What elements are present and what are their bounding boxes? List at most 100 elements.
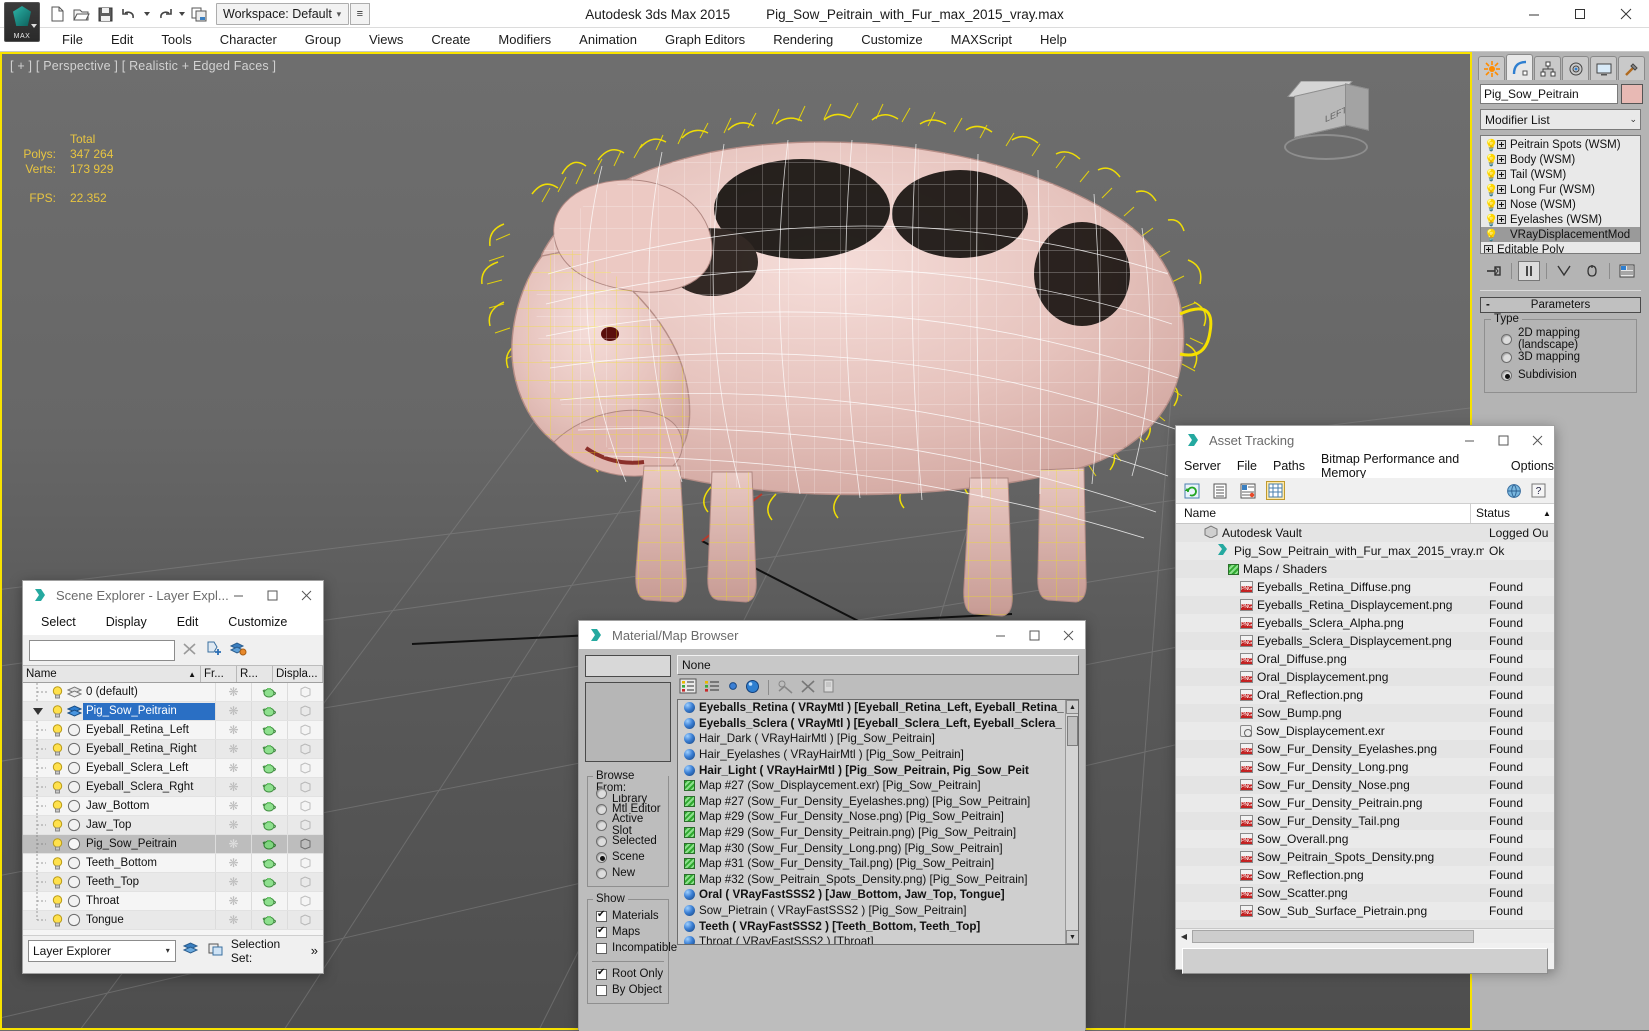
- scene-explorer-window[interactable]: Scene Explorer - Layer Expl... Select Di…: [22, 580, 324, 974]
- expand-plus-icon[interactable]: [1497, 140, 1506, 149]
- minimize-button[interactable]: [983, 621, 1017, 649]
- scroll-left-arrow-icon[interactable]: ◀: [1176, 932, 1192, 941]
- scene-explorer-search-input[interactable]: [29, 639, 175, 661]
- list-item[interactable]: Eyeball_Retina_Right ❋: [23, 740, 323, 759]
- checkbox-icon[interactable]: [596, 984, 607, 996]
- menu-item-views[interactable]: Views: [355, 28, 417, 52]
- view-list-icon[interactable]: [679, 678, 697, 697]
- new-file-button[interactable]: [46, 4, 68, 25]
- tab-modify[interactable]: [1506, 54, 1533, 80]
- material-list-scrollbar[interactable]: ▲ ▼: [1065, 700, 1078, 944]
- light-bulb-icon[interactable]: [49, 913, 65, 927]
- table-row[interactable]: Sow_Fur_Density_Peitrain.png Found: [1176, 794, 1554, 812]
- expand-plus-icon[interactable]: [1497, 155, 1506, 164]
- column-header-name[interactable]: Name ▲: [23, 666, 201, 682]
- list-item[interactable]: Map #27 (Sow_Fur_Density_Eyelashes.png) …: [678, 794, 1078, 810]
- maximize-button[interactable]: [1557, 0, 1603, 28]
- viewport-label[interactable]: [ + ] [ Perspective ] [ Realistic + Edge…: [10, 59, 276, 73]
- list-view-icon[interactable]: [1210, 481, 1229, 500]
- modifier-stack-item[interactable]: 💡 Long Fur (WSM): [1481, 182, 1640, 198]
- display-cell[interactable]: [287, 816, 323, 834]
- material-map-browser-window[interactable]: Material/Map Browser Browse From: Mtl Li…: [578, 620, 1086, 1031]
- radio-button-icon[interactable]: [596, 867, 607, 879]
- render-cell[interactable]: [251, 683, 287, 701]
- checkbox-by-object[interactable]: By Object: [592, 982, 664, 998]
- menu-item-group[interactable]: Group: [291, 28, 355, 52]
- dependency-view-icon[interactable]: [1238, 481, 1257, 500]
- modifier-stack-item[interactable]: 💡 Peitrain Spots (WSM): [1481, 137, 1640, 153]
- undo-dropdown-arrow[interactable]: [142, 4, 151, 25]
- radio-button-icon[interactable]: [1501, 351, 1512, 363]
- render-cell[interactable]: [251, 892, 287, 910]
- list-item[interactable]: Map #32 (Sow_Peitrain_Spots_Density.png)…: [678, 872, 1078, 888]
- scene-explorer-tree[interactable]: 0 (default) ❋ Pig_Sow_Peitrain ❋ Eyeball…: [23, 683, 323, 935]
- view-cube[interactable]: LEFT: [1278, 80, 1374, 170]
- list-item[interactable]: Map #29 (Sow_Fur_Density_Nose.png) [Pig_…: [678, 809, 1078, 825]
- tab-motion[interactable]: [1562, 56, 1589, 80]
- new-layer-icon[interactable]: [205, 641, 222, 659]
- render-cell[interactable]: [251, 778, 287, 796]
- table-row[interactable]: Sow_Overall.png Found: [1176, 830, 1554, 848]
- list-item[interactable]: Tongue ❋: [23, 911, 323, 930]
- freeze-cell[interactable]: ❋: [215, 873, 251, 891]
- menu-item-server[interactable]: Server: [1184, 459, 1221, 473]
- light-bulb-icon[interactable]: 💡: [1484, 153, 1498, 167]
- column-header-render[interactable]: R...: [237, 666, 273, 682]
- select-from-scene-button[interactable]: [188, 4, 210, 25]
- menu-item-options[interactable]: Options: [1511, 459, 1554, 473]
- menu-item-file[interactable]: File: [48, 28, 97, 52]
- table-row[interactable]: Pig_Sow_Peitrain_with_Fur_max_2015_vray.…: [1176, 542, 1554, 560]
- layer-manager-icon[interactable]: [182, 941, 201, 960]
- menu-item-paths[interactable]: Paths: [1273, 459, 1305, 473]
- table-row[interactable]: Autodesk Vault Logged Ou: [1176, 524, 1554, 542]
- column-header-display[interactable]: Displa...: [273, 666, 323, 682]
- freeze-cell[interactable]: ❋: [215, 911, 251, 929]
- checkbox-incompatible[interactable]: Incompatible: [592, 940, 677, 956]
- light-bulb-icon[interactable]: [49, 837, 65, 851]
- render-cell[interactable]: [251, 854, 287, 872]
- pin-stack-icon[interactable]: [1483, 261, 1505, 281]
- list-item[interactable]: Hair_Light ( VRayHairMtl ) [Pig_Sow_Peit…: [678, 762, 1078, 778]
- render-cell[interactable]: [251, 740, 287, 758]
- freeze-cell[interactable]: ❋: [215, 778, 251, 796]
- display-cell[interactable]: [287, 854, 323, 872]
- tree-expand-arrow[interactable]: [23, 702, 49, 720]
- table-row[interactable]: Sow_Bump.png Found: [1176, 704, 1554, 722]
- freeze-cell[interactable]: ❋: [215, 854, 251, 872]
- display-cell[interactable]: [287, 683, 323, 701]
- tab-utilities[interactable]: [1618, 56, 1645, 80]
- menu-item-display[interactable]: Display: [106, 615, 147, 629]
- expand-plus-icon[interactable]: [1497, 200, 1506, 209]
- workspace-selector[interactable]: Workspace: Default ▾: [216, 3, 349, 25]
- light-bulb-icon[interactable]: [49, 780, 65, 794]
- menu-item-bitmap-performance[interactable]: Bitmap Performance and Memory: [1321, 452, 1495, 480]
- modifier-list-dropdown[interactable]: Modifier List ⌄: [1480, 109, 1641, 130]
- list-item[interactable]: Eyeballs_Retina ( VRayMtl ) [Eyeball_Ret…: [678, 700, 1078, 716]
- list-item[interactable]: Sow_Pietrain ( VRayFastSSS2 ) [Pig_Sow_P…: [678, 903, 1078, 919]
- display-cell[interactable]: [287, 759, 323, 777]
- table-row[interactable]: Sow_Reflection.png Found: [1176, 866, 1554, 884]
- light-bulb-icon[interactable]: [49, 723, 65, 737]
- radio-button-icon[interactable]: [1501, 333, 1512, 345]
- menu-item-help[interactable]: Help: [1026, 28, 1081, 52]
- freeze-cell[interactable]: ❋: [215, 721, 251, 739]
- light-bulb-icon[interactable]: 💡: [1484, 138, 1498, 152]
- freeze-cell[interactable]: ❋: [215, 797, 251, 815]
- minimize-button[interactable]: [221, 581, 255, 609]
- menu-item-graph-editors[interactable]: Graph Editors: [651, 28, 759, 52]
- asset-tracking-window[interactable]: Asset Tracking Server File Paths Bitmap …: [1175, 425, 1555, 974]
- small-sphere-icon[interactable]: [727, 680, 739, 695]
- display-cell[interactable]: [287, 835, 323, 853]
- table-row[interactable]: Maps / Shaders: [1176, 560, 1554, 578]
- help-icon[interactable]: ?: [1529, 481, 1548, 500]
- table-row[interactable]: Oral_Reflection.png Found: [1176, 686, 1554, 704]
- table-row[interactable]: Oral_Diffuse.png Found: [1176, 650, 1554, 668]
- open-file-button[interactable]: [70, 4, 92, 25]
- material-name-field[interactable]: [585, 655, 671, 677]
- radio-button-icon[interactable]: [596, 803, 607, 815]
- pig-model-3d-object[interactable]: [242, 74, 1222, 634]
- list-item[interactable]: Map #31 (Sow_Fur_Density_Tail.png) [Pig_…: [678, 856, 1078, 872]
- table-row[interactable]: Sow_Scatter.png Found: [1176, 884, 1554, 902]
- checkbox-icon-checked[interactable]: [596, 925, 607, 938]
- light-bulb-icon[interactable]: 💡: [1484, 183, 1498, 197]
